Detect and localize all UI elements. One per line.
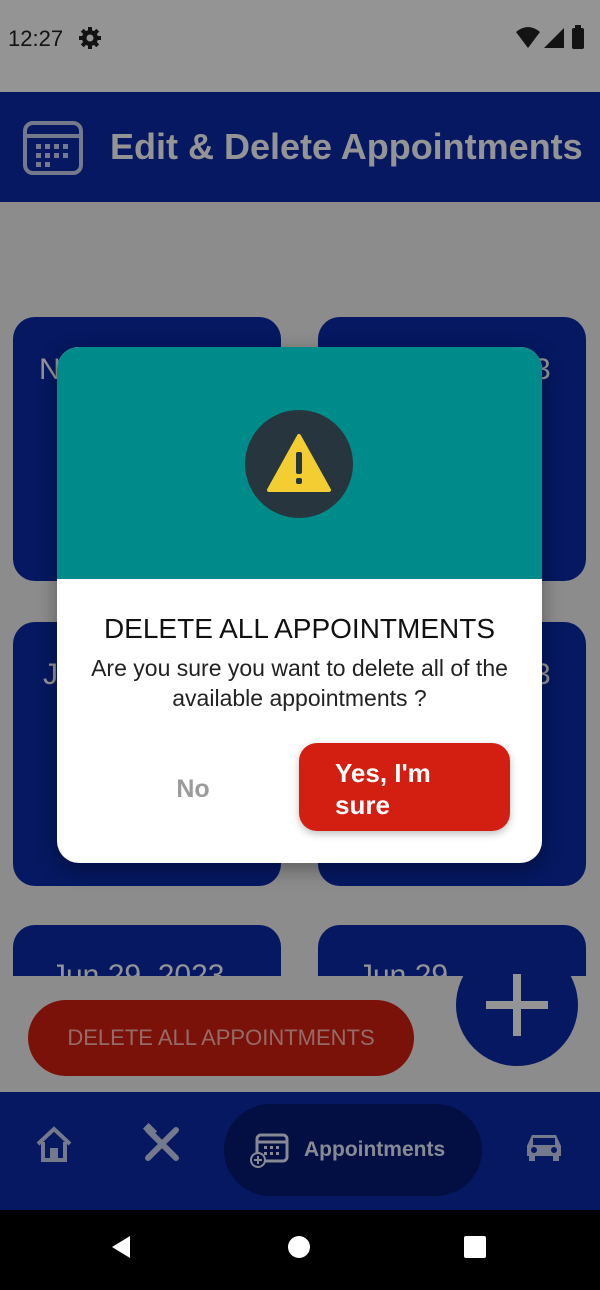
warning-icon <box>267 434 331 492</box>
dialog-header <box>57 347 542 579</box>
back-icon[interactable] <box>108 1234 134 1260</box>
dialog-message: Are you sure you want to delete all of t… <box>91 655 508 711</box>
warning-badge <box>245 410 353 518</box>
yes-sure-button[interactable]: Yes, I'm sure <box>299 743 510 831</box>
recents-icon[interactable] <box>462 1234 488 1260</box>
screen: 12:27 Edit & Delete Appointments N 3 J 3… <box>0 0 600 1290</box>
no-button[interactable]: No <box>153 767 233 811</box>
system-nav-bar <box>0 1210 600 1290</box>
home-button-icon[interactable] <box>286 1234 312 1260</box>
dialog-title: DELETE ALL APPOINTMENTS <box>103 613 496 644</box>
delete-confirmation-dialog: DELETE ALL APPOINTMENTS Are you sure you… <box>57 347 542 863</box>
